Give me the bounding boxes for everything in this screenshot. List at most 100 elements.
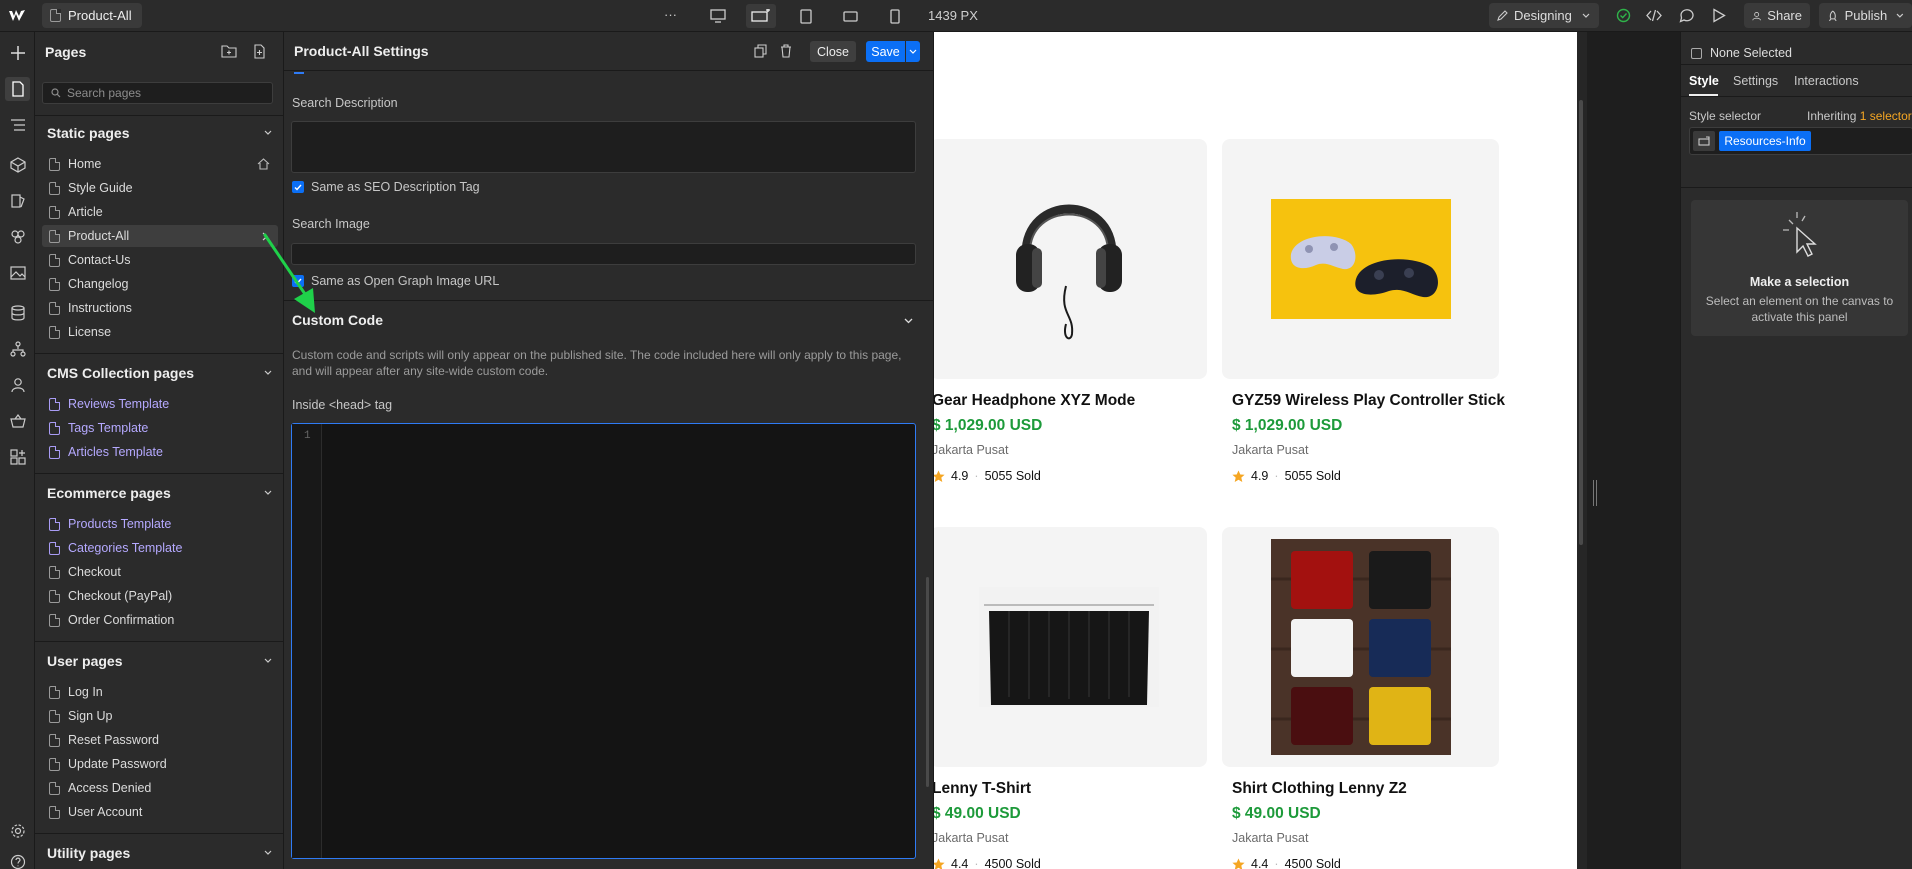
page-item-instructions[interactable]: Instructions: [42, 297, 278, 319]
settings-gear-icon[interactable]: [5, 819, 30, 843]
custom-code-collapse-icon[interactable]: [904, 318, 913, 324]
page-preview[interactable]: Gear Headphone XYZ Mode $ 1,029.00 USD J…: [934, 32, 1577, 869]
resize-handle[interactable]: [1593, 480, 1597, 506]
product-name[interactable]: GYZ59 Wireless Play Controller Stick: [1232, 392, 1505, 410]
page-item-home[interactable]: Home: [42, 153, 278, 175]
help-icon[interactable]: [5, 850, 30, 869]
tab-interactions[interactable]: Interactions: [1794, 74, 1859, 88]
controller-image: [1270, 199, 1451, 319]
ecommerce-pages-header[interactable]: Ecommerce pages: [35, 479, 283, 507]
product-image-tshirt[interactable]: [934, 527, 1207, 767]
inheriting-info[interactable]: Inheriting 1 selector: [1807, 109, 1912, 123]
duplicate-page-icon[interactable]: [754, 44, 767, 58]
search-pages-input[interactable]: Search pages: [42, 82, 273, 104]
page-item-contact-us[interactable]: Contact-Us: [42, 249, 278, 271]
page-item-style-guide[interactable]: Style Guide: [42, 177, 278, 199]
style-manager-icon[interactable]: [5, 189, 30, 213]
page-item-products-template[interactable]: Products Template: [42, 513, 278, 535]
tab-style[interactable]: Style: [1689, 74, 1719, 88]
code-view-icon[interactable]: [1646, 8, 1662, 23]
selector-type-icon[interactable]: [1693, 131, 1715, 151]
desktop-breakpoint-icon[interactable]: [703, 4, 733, 28]
page-item-access-denied[interactable]: Access Denied: [42, 777, 278, 799]
design-canvas[interactable]: Gear Headphone XYZ Mode $ 1,029.00 USD J…: [934, 32, 1577, 869]
chevron-down-icon: [264, 850, 272, 855]
close-button[interactable]: Close: [810, 41, 856, 62]
page-item-sign-up[interactable]: Sign Up: [42, 705, 278, 727]
page-item-article[interactable]: Article: [42, 201, 278, 223]
webflow-logo-icon[interactable]: [8, 7, 28, 25]
logic-icon[interactable]: [5, 337, 30, 361]
checkbox-checked[interactable]: [292, 181, 304, 193]
preview-play-icon[interactable]: [1712, 8, 1726, 23]
selector-chip[interactable]: Resources-Info: [1719, 131, 1811, 151]
page-item-checkout-paypal[interactable]: Checkout (PayPal): [42, 585, 278, 607]
utility-pages-header[interactable]: Utility pages: [35, 839, 283, 867]
page-item-license[interactable]: License: [42, 321, 278, 343]
pages-icon[interactable]: [5, 77, 30, 101]
page-item-label: Order Confirmation: [68, 613, 175, 627]
page-item-categories-template[interactable]: Categories Template: [42, 537, 278, 559]
product-image-shirts[interactable]: [1222, 527, 1499, 767]
more-icon[interactable]: ···: [664, 7, 677, 22]
publish-button[interactable]: Publish: [1819, 3, 1912, 28]
page-item-update-password[interactable]: Update Password: [42, 753, 278, 775]
components-icon[interactable]: [5, 153, 30, 177]
page-item-log-in[interactable]: Log In: [42, 681, 278, 703]
ecommerce-basket-icon[interactable]: [5, 409, 30, 433]
current-page-selector[interactable]: Product-All: [42, 3, 142, 28]
canvas-scrollbar[interactable]: [1579, 100, 1583, 545]
check-status-icon[interactable]: [1616, 8, 1631, 23]
variables-icon[interactable]: [5, 225, 30, 249]
page-item-reviews-template[interactable]: Reviews Template: [42, 393, 278, 415]
page-item-tags-template[interactable]: Tags Template: [42, 417, 278, 439]
new-folder-icon[interactable]: [221, 44, 237, 58]
navigator-icon[interactable]: [5, 113, 30, 137]
page-item-user-account[interactable]: User Account: [42, 801, 278, 823]
cms-pages-header[interactable]: CMS Collection pages: [35, 359, 283, 387]
mobile-portrait-icon[interactable]: [880, 4, 910, 28]
user-pages-title: User pages: [47, 653, 123, 669]
new-page-icon[interactable]: [253, 44, 267, 59]
product-image-headphone[interactable]: [934, 139, 1207, 379]
page-item-product-all[interactable]: Product-All: [42, 225, 278, 247]
settings-scrollbar[interactable]: [926, 577, 929, 787]
tab-settings[interactable]: Settings: [1733, 74, 1778, 88]
headphone-image: [1015, 204, 1122, 340]
search-description-field[interactable]: [291, 121, 916, 173]
star-icon: [934, 858, 945, 869]
large-breakpoint-icon[interactable]: [746, 4, 776, 28]
delete-page-icon[interactable]: [780, 44, 792, 58]
share-button[interactable]: Share: [1744, 3, 1810, 28]
product-image-controller[interactable]: [1222, 139, 1499, 379]
add-element-icon[interactable]: [5, 41, 30, 65]
page-icon: [49, 229, 60, 243]
users-icon[interactable]: [5, 373, 30, 397]
section-divider: [35, 473, 283, 474]
page-item-order-confirmation[interactable]: Order Confirmation: [42, 609, 278, 631]
product-name[interactable]: Lenny T-Shirt: [934, 780, 1031, 798]
save-button[interactable]: Save: [866, 41, 905, 62]
mode-switcher[interactable]: Designing: [1489, 3, 1599, 28]
page-item-checkout[interactable]: Checkout: [42, 561, 278, 583]
checkbox-empty[interactable]: [1691, 47, 1702, 59]
product-name[interactable]: Shirt Clothing Lenny Z2: [1232, 780, 1407, 798]
head-code-editor[interactable]: 1: [291, 423, 916, 859]
assets-icon[interactable]: [5, 261, 30, 285]
page-icon: [49, 685, 60, 699]
mobile-landscape-icon[interactable]: [835, 4, 865, 28]
apps-icon[interactable]: [5, 445, 30, 469]
cms-icon[interactable]: [5, 301, 30, 325]
static-pages-header[interactable]: Static pages: [35, 119, 283, 147]
product-name[interactable]: Gear Headphone XYZ Mode: [934, 392, 1135, 410]
comments-icon[interactable]: [1679, 8, 1695, 23]
page-item-reset-password[interactable]: Reset Password: [42, 729, 278, 751]
page-item-articles-template[interactable]: Articles Template: [42, 441, 278, 463]
home-icon: [257, 158, 270, 170]
tablet-breakpoint-icon[interactable]: [791, 4, 821, 28]
same-as-seo-checkbox-row[interactable]: Same as SEO Description Tag: [292, 180, 480, 194]
user-pages-header[interactable]: User pages: [35, 647, 283, 675]
page-item-changelog[interactable]: Changelog: [42, 273, 278, 295]
save-options-dropdown[interactable]: [906, 41, 920, 62]
search-image-field[interactable]: [291, 243, 916, 265]
